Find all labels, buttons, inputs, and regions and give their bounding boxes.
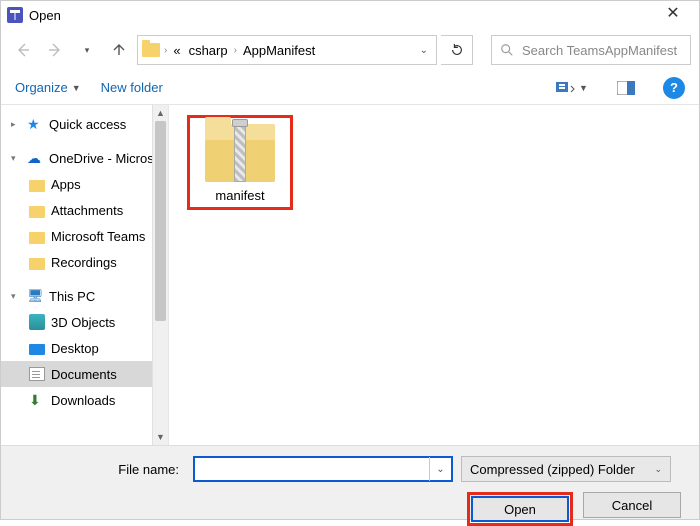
organize-menu[interactable]: Organize▼ xyxy=(15,80,81,95)
scroll-thumb[interactable] xyxy=(155,121,166,321)
folder-icon xyxy=(29,232,45,244)
filename-input[interactable]: ⌄ xyxy=(193,456,453,482)
file-manifest[interactable]: manifest xyxy=(187,115,293,210)
3d-icon xyxy=(29,314,45,330)
up-button[interactable] xyxy=(105,36,133,64)
tree-downloads[interactable]: ⬇ Downloads xyxy=(1,387,168,413)
tree-onedrive[interactable]: ▾☁ OneDrive - Microsoft xyxy=(1,145,168,171)
folder-icon xyxy=(29,180,45,192)
tree-desktop[interactable]: Desktop xyxy=(1,335,168,361)
body-area: ▸★ Quick access ▾☁ OneDrive - Microsoft … xyxy=(1,105,699,445)
tree-documents[interactable]: Documents xyxy=(1,361,168,387)
window-title: Open xyxy=(29,8,61,23)
teams-icon xyxy=(7,7,23,23)
zip-icon xyxy=(205,124,275,182)
nav-tree: ▸★ Quick access ▾☁ OneDrive - Microsoft … xyxy=(1,105,169,445)
nav-row: ▾ › « csharp › AppManifest ⌄ Search Team… xyxy=(1,29,699,71)
footer: File name: ⌄ Compressed (zipped) Folder⌄… xyxy=(1,445,699,519)
file-label: manifest xyxy=(190,188,290,203)
file-type-filter[interactable]: Compressed (zipped) Folder⌄ xyxy=(461,456,671,482)
star-icon: ★ xyxy=(27,116,43,132)
breadcrumb-prefix: « xyxy=(171,43,182,58)
pc-icon: 🖥 xyxy=(27,288,43,304)
refresh-button[interactable] xyxy=(441,35,473,65)
filename-field[interactable] xyxy=(195,459,429,479)
file-pane[interactable]: manifest xyxy=(169,105,699,445)
scroll-down[interactable]: ▼ xyxy=(153,429,168,445)
breadcrumb-dropdown[interactable]: ⌄ xyxy=(416,45,432,56)
new-folder-button[interactable]: New folder xyxy=(101,80,163,95)
filename-label: File name: xyxy=(17,462,185,477)
cancel-button[interactable]: Cancel xyxy=(583,492,681,518)
close-button[interactable]: ✕ xyxy=(653,1,693,29)
folder-icon xyxy=(29,258,45,270)
chevron-right-icon: › xyxy=(164,45,167,56)
folder-icon xyxy=(142,43,160,57)
download-icon: ⬇ xyxy=(29,392,45,408)
toolbar: Organize▼ New folder ▼ ? xyxy=(1,71,699,105)
open-button[interactable]: Open xyxy=(471,496,569,522)
forward-button[interactable] xyxy=(41,36,69,64)
view-mode-button[interactable]: ▼ xyxy=(555,76,589,100)
title-bar: Open ✕ xyxy=(1,1,699,29)
cloud-icon: ☁ xyxy=(27,150,43,166)
filename-dropdown[interactable]: ⌄ xyxy=(429,457,451,481)
preview-pane-button[interactable] xyxy=(609,76,643,100)
breadcrumb-seg-csharp[interactable]: csharp xyxy=(187,43,230,58)
desktop-icon xyxy=(29,344,45,355)
tree-this-pc[interactable]: ▾🖥 This PC xyxy=(1,283,168,309)
folder-icon xyxy=(29,206,45,218)
search-input[interactable]: Search TeamsAppManifest xyxy=(491,35,691,65)
search-icon xyxy=(500,43,514,57)
recent-dropdown[interactable]: ▾ xyxy=(73,36,101,64)
documents-icon xyxy=(29,367,45,381)
search-placeholder: Search TeamsAppManifest xyxy=(522,43,677,58)
tree-apps[interactable]: Apps xyxy=(1,171,168,197)
breadcrumb-seg-appmanifest[interactable]: AppManifest xyxy=(241,43,317,58)
tree-msteams[interactable]: Microsoft Teams xyxy=(1,223,168,249)
tree-attachments[interactable]: Attachments xyxy=(1,197,168,223)
scroll-up[interactable]: ▲ xyxy=(153,105,168,121)
back-button[interactable] xyxy=(9,36,37,64)
tree-3d-objects[interactable]: 3D Objects xyxy=(1,309,168,335)
tree-quick-access[interactable]: ▸★ Quick access xyxy=(1,111,168,137)
help-button[interactable]: ? xyxy=(663,77,685,99)
tree-recordings[interactable]: Recordings xyxy=(1,249,168,275)
tree-scrollbar[interactable]: ▲ ▼ xyxy=(152,105,168,445)
chevron-right-icon: › xyxy=(234,45,237,56)
breadcrumb[interactable]: › « csharp › AppManifest ⌄ xyxy=(137,35,437,65)
